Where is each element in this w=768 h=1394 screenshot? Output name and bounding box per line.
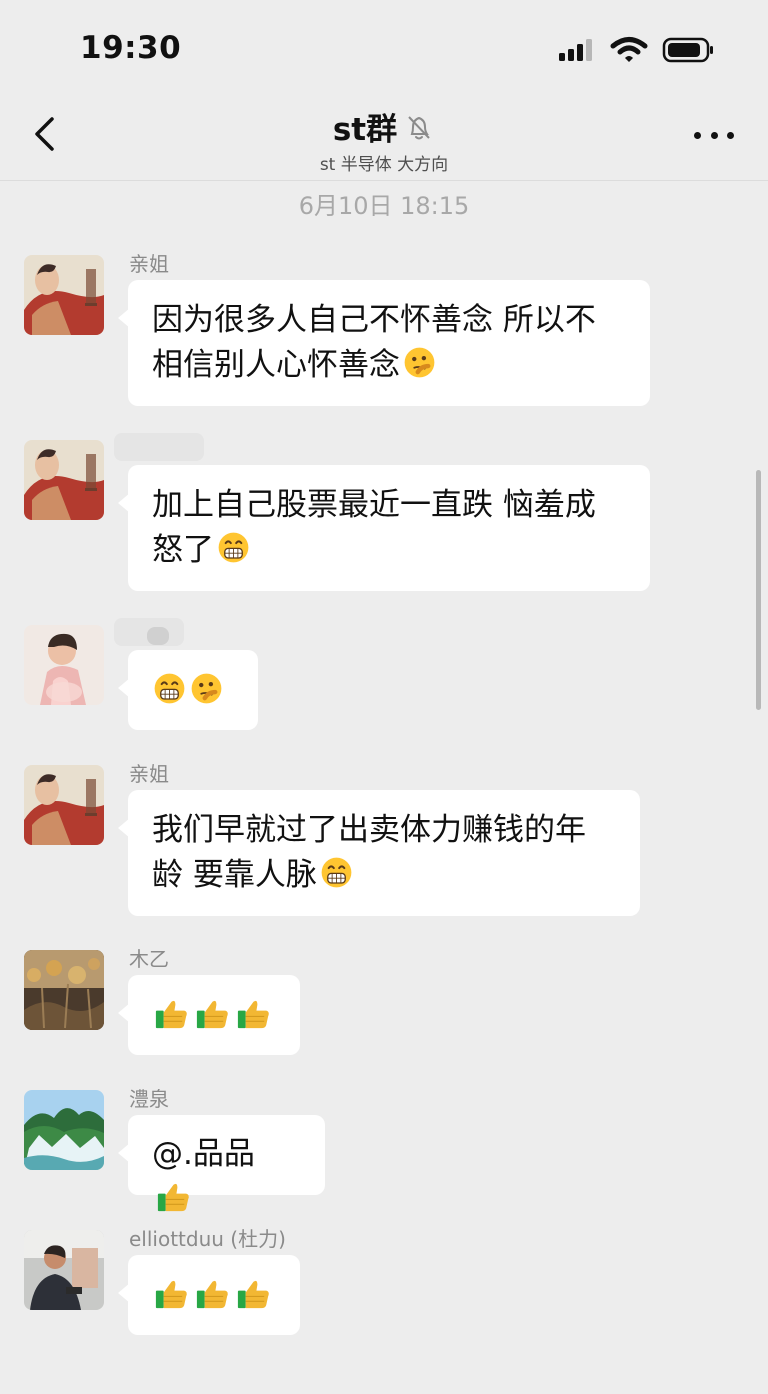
redacted-sender-name (114, 433, 204, 461)
muted-bell-icon (408, 115, 430, 139)
sender-name: 亲姐 (129, 252, 169, 276)
message-bubble[interactable]: 加上自己股票最近一直跌 恼羞成怒了 (118, 465, 650, 591)
chat-header: st群 st 半导体 大方向 (0, 96, 768, 181)
thinking-face-emoji-icon (191, 673, 222, 704)
message-bubble[interactable]: @.品品 (118, 1115, 325, 1212)
sender-name: 澧泉 (129, 1087, 169, 1111)
avatar-person-icon (24, 1230, 104, 1310)
message-item: elliottduu (杜力) (24, 1227, 724, 1340)
avatar[interactable] (24, 1230, 104, 1310)
more-dot-icon (710, 131, 718, 139)
grin-face-emoji-icon (321, 857, 352, 888)
status-icons (558, 36, 716, 64)
avatar-waterfall-icon (24, 1090, 104, 1170)
thumbs-up-emoji-icon (155, 1000, 187, 1029)
chat-title: st群 (332, 112, 398, 148)
avatar[interactable] (24, 255, 104, 335)
chat-timestamp: 6月10日 18:15 (298, 192, 470, 220)
message-item: 澧泉 @.品品 (24, 1087, 724, 1212)
avatar[interactable] (24, 950, 104, 1030)
status-bar: 19:30 (0, 0, 768, 96)
message-bubble[interactable] (118, 650, 258, 730)
grin-face-emoji-icon (154, 673, 185, 704)
thumbs-up-emoji-icon (196, 1000, 228, 1029)
avatar[interactable] (24, 440, 104, 520)
avatar-flowers-icon (24, 950, 104, 1030)
thumbs-up-emoji-icon (237, 1280, 269, 1309)
avatar[interactable] (24, 765, 104, 845)
message-text: 因为很多人自己不怀善念 所以不相信别人心怀善念 (152, 302, 596, 383)
battery-icon (662, 37, 713, 63)
more-dot-icon (694, 131, 701, 139)
thumbs-up-emoji-icon (155, 1280, 187, 1309)
thumbs-up-emoji-icon (157, 1183, 189, 1212)
thumbs-up-emoji-icon (196, 1280, 228, 1309)
chat-scrollbar[interactable] (756, 470, 761, 710)
redacted-sender-name-part (147, 627, 169, 645)
message-bubble[interactable]: 我们早就过了出卖体力赚钱的年龄 要靠人脉 (118, 790, 640, 916)
message-text: @.品品 (152, 1136, 255, 1172)
message-item (24, 618, 724, 735)
thumbs-up-emoji-icon (237, 1000, 269, 1029)
status-time: 19:30 (80, 30, 182, 66)
wifi-icon (610, 37, 648, 62)
message-item: 亲姐 我们早就过了出卖体力赚钱的年龄 要靠人脉 (24, 762, 724, 925)
chat-title-wrap: st群 st 半导体 大方向 (0, 104, 768, 175)
more-options-button[interactable] (694, 124, 734, 146)
sender-name: elliottduu (杜力) (129, 1227, 286, 1251)
message-item: 木乙 (24, 947, 724, 1060)
chat-subtitle: st 半导体 大方向 (319, 155, 449, 175)
message-text: 我们早就过了出卖体力赚钱的年龄 要靠人脉 (152, 812, 586, 893)
avatar[interactable] (24, 1090, 104, 1170)
grin-face-emoji-icon (218, 532, 249, 563)
avatar-child-icon (24, 625, 104, 705)
sender-name: 亲姐 (129, 762, 169, 786)
avatar-illustration-icon (24, 440, 104, 520)
message-item: 加上自己股票最近一直跌 恼羞成怒了 (24, 433, 724, 600)
more-dot-icon (727, 131, 734, 139)
avatar[interactable] (24, 625, 104, 705)
title-line: st群 (333, 104, 435, 149)
message-bubble[interactable]: 因为很多人自己不怀善念 所以不相信别人心怀善念 (118, 280, 650, 406)
avatar-illustration-icon (24, 255, 104, 335)
cellular-signal-icon (559, 39, 592, 61)
thinking-face-emoji-icon (404, 347, 435, 378)
message-bubble[interactable] (118, 1255, 300, 1335)
message-bubble[interactable] (118, 975, 300, 1055)
sender-name: 木乙 (129, 947, 169, 971)
message-item: 亲姐 因为很多人自己不怀善念 所以不相信别人心怀善念 (24, 252, 724, 415)
avatar-illustration-icon (24, 765, 104, 845)
